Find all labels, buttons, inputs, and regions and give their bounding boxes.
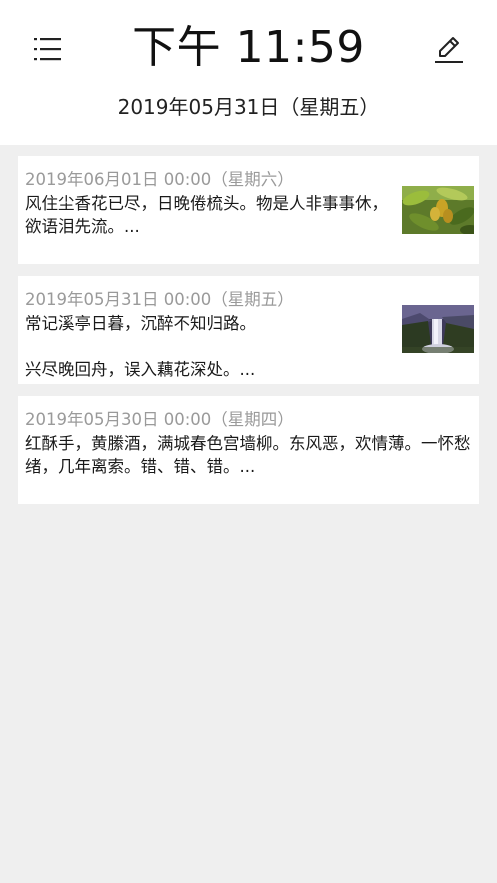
entry-card[interactable]: 2019年05月31日 00:00（星期五） 常记溪亭日暮，沉醉不知归路。 兴尽… (18, 276, 479, 384)
header: 下午 11:59 2019年05月31日（星期五） (0, 0, 497, 145)
entry-card[interactable]: 2019年05月30日 00:00（星期四） 红酥手，黄縢酒，满城春色宫墙柳。东… (18, 396, 479, 504)
entry-date: 2019年05月30日 00:00（星期四） (25, 410, 294, 429)
entry-thumbnail (402, 305, 474, 353)
entry-card[interactable]: 2019年06月01日 00:00（星期六） 风住尘香花已尽，日晚倦梳头。物是人… (18, 156, 479, 264)
entry-date: 2019年06月01日 00:00（星期六） (25, 170, 294, 189)
entry-text: 常记溪亭日暮，沉醉不知归路。 兴尽晚回舟，误入藕花深处。... (25, 314, 256, 379)
entry-text: 红酥手，黄縢酒，满城春色宫墙柳。东风恶，欢情薄。一怀愁绪，几年离索。错、错、错。… (25, 434, 471, 476)
entry-date: 2019年05月31日 00:00（星期五） (25, 290, 294, 309)
entry-thumbnail (402, 186, 474, 234)
edit-icon (435, 37, 463, 63)
entry-text: 风住尘香花已尽，日晚倦梳头。物是人非事事休，欲语泪先流。... (25, 194, 388, 236)
clock-title: 下午 11:59 (132, 22, 365, 73)
new-entry-button[interactable] (431, 32, 467, 66)
current-date: 2019年05月31日（星期五） (117, 95, 380, 119)
